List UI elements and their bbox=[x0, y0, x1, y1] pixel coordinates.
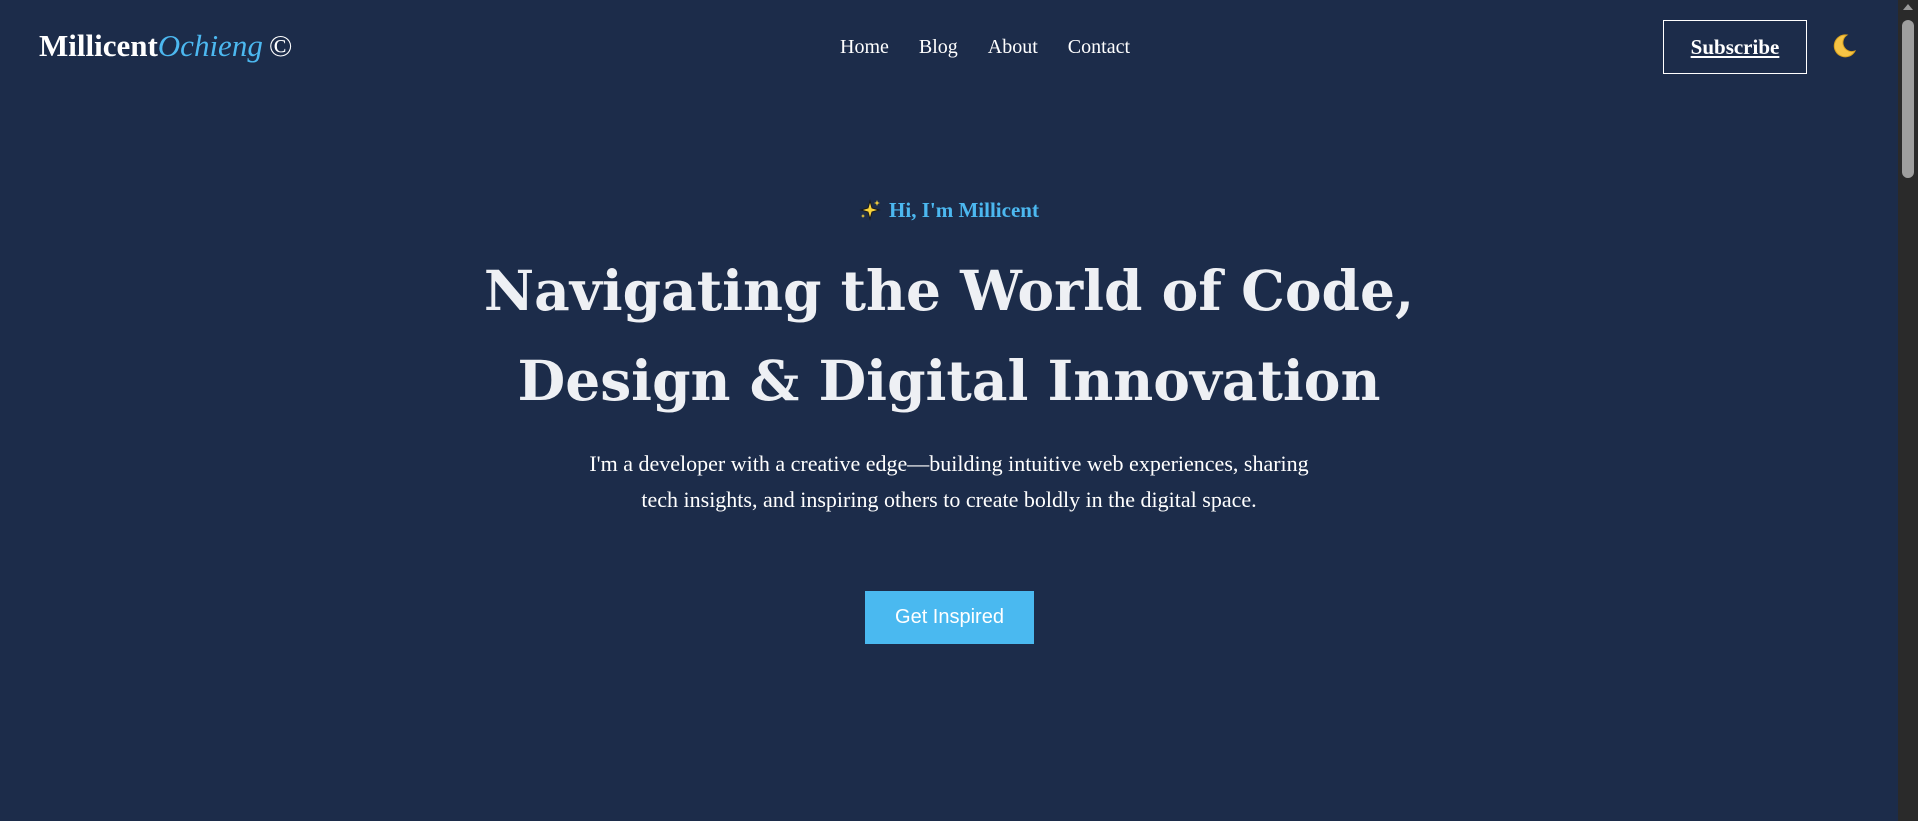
hero-description: I'm a developer with a creative edge—bui… bbox=[589, 451, 1309, 512]
hero-headline-line-1: Navigating the World of Code, bbox=[483, 258, 1415, 323]
hero-headline: Navigating the World of Code, Design & D… bbox=[0, 246, 1898, 426]
site-header: MillicentOchieng © Home Blog About Contac… bbox=[0, 0, 1898, 94]
page: MillicentOchieng © Home Blog About Contac… bbox=[0, 0, 1898, 821]
nav-home-link[interactable]: Home bbox=[840, 34, 889, 60]
site-logo[interactable]: MillicentOchieng © bbox=[39, 26, 292, 66]
scroll-up-arrow-icon[interactable] bbox=[1903, 4, 1913, 10]
nav-blog-link[interactable]: Blog bbox=[919, 34, 958, 60]
main-nav: Home Blog About Contact bbox=[840, 34, 1130, 60]
scrollbar-thumb[interactable] bbox=[1902, 20, 1914, 178]
hero-headline-line-2: Design & Digital Innovation bbox=[517, 348, 1381, 413]
vertical-scrollbar[interactable] bbox=[1898, 0, 1918, 821]
copyright-mark: © bbox=[268, 28, 293, 63]
hero-eyebrow: Hi, I'm Millicent bbox=[0, 196, 1898, 224]
theme-toggle-button[interactable] bbox=[1828, 29, 1860, 63]
hero-greeting: Hi, I'm Millicent bbox=[889, 198, 1039, 222]
nav-about-link[interactable]: About bbox=[988, 34, 1038, 60]
subscribe-button[interactable]: Subscribe bbox=[1663, 20, 1807, 74]
get-inspired-button[interactable]: Get Inspired bbox=[865, 591, 1034, 644]
logo-first-name: Millicent bbox=[39, 28, 158, 63]
nav-contact-link[interactable]: Contact bbox=[1068, 34, 1130, 60]
logo-last-name: Ochieng bbox=[157, 28, 263, 63]
sparkles-icon bbox=[859, 199, 881, 221]
moon-icon bbox=[1833, 34, 1857, 58]
